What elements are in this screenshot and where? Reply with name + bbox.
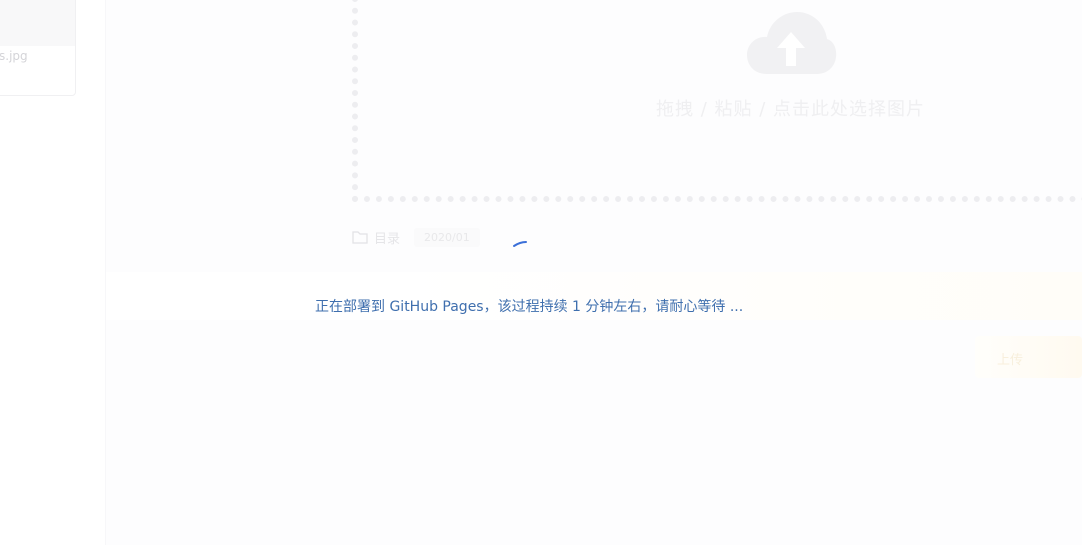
cloud-upload-icon bbox=[747, 12, 837, 74]
image-filename: s.jpg bbox=[0, 49, 28, 63]
directory-label: 目录 bbox=[374, 231, 401, 247]
loading-spinner-icon bbox=[513, 241, 527, 247]
deploy-status-message: 正在部署到 GitHub Pages，该过程持续 1 分钟左右，请耐心等待 ..… bbox=[315, 299, 744, 315]
image-thumbnail bbox=[0, 0, 75, 46]
upload-button-label: 上传 bbox=[997, 353, 1024, 368]
upload-hint-text: 拖拽 / 粘贴 / 点击此处选择图片 bbox=[656, 99, 926, 120]
folder-icon bbox=[352, 230, 368, 244]
image-card[interactable]: s.jpg bbox=[0, 0, 76, 96]
directory-row: 目录 2020/01 bbox=[352, 226, 480, 248]
directory-badge[interactable]: 2020/01 bbox=[414, 227, 480, 247]
image-list-panel: s.jpg bbox=[0, 0, 106, 545]
upload-button[interactable]: 上传 bbox=[975, 336, 1082, 378]
app-background: s.jpg 拖拽 / 粘贴 / 点击此处选择图片 目录 2020/01 上传 bbox=[0, 0, 1082, 545]
